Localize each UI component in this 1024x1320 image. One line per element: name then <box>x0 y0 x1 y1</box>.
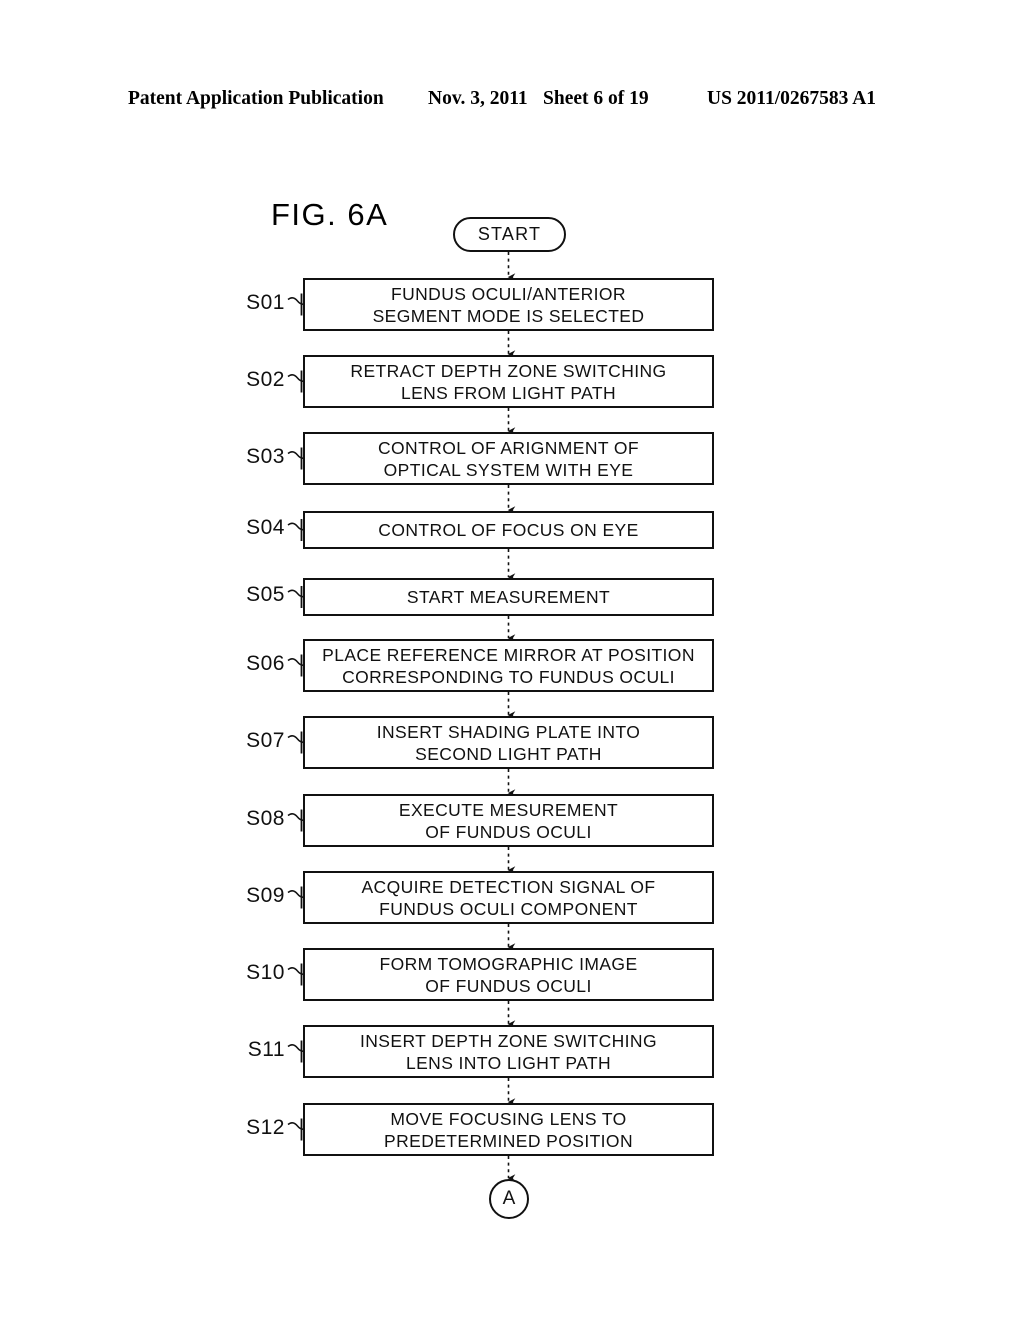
flow-step-text-line: OF FUNDUS OCULI <box>425 975 592 996</box>
flow-step-label-s01: S01 <box>246 290 285 314</box>
flow-step-box-s09: ACQUIRE DETECTION SIGNAL OF FUNDUS OCULI … <box>303 871 714 924</box>
flow-offpage-connector-a: A <box>489 1179 529 1219</box>
flow-offpage-connector-label: A <box>502 1188 516 1209</box>
flow-step-text-line: ACQUIRE DETECTION SIGNAL OF <box>361 876 656 897</box>
flow-step-text-line: SECOND LIGHT PATH <box>415 743 602 764</box>
flow-step-text-line: FUNDUS OCULI COMPONENT <box>379 898 638 919</box>
flow-start-label: START <box>477 224 542 244</box>
flow-step-box-s12: MOVE FOCUSING LENS TO PREDETERMINED POSIT… <box>303 1103 714 1156</box>
flow-step-text-line: MOVE FOCUSING LENS TO <box>390 1108 627 1129</box>
flow-step-text-line: OPTICAL SYSTEM WITH EYE <box>383 459 634 480</box>
flow-step-text-line: CORRESPONDING TO FUNDUS OCULI <box>342 666 675 687</box>
flow-step-label-s03: S03 <box>246 444 285 468</box>
flow-step-text-line: RETRACT DEPTH ZONE SWITCHING <box>350 360 667 381</box>
flow-step-text-line: INSERT SHADING PLATE INTO <box>376 721 641 742</box>
flow-step-text-line: PREDETERMINED POSITION <box>384 1130 633 1151</box>
flow-step-box-s03: CONTROL OF ARIGNMENT OF OPTICAL SYSTEM WI… <box>303 432 714 485</box>
flow-step-text-line: PLACE REFERENCE MIRROR AT POSITION <box>322 644 695 665</box>
flow-step-label-s05: S05 <box>246 583 285 606</box>
flow-step-box-s07: INSERT SHADING PLATE INTO SECOND LIGHT PA… <box>303 716 714 769</box>
flow-step-label-s10: S10 <box>246 960 285 984</box>
flow-step-box-s05: START MEASUREMENT <box>303 578 714 616</box>
flow-step-text-line: FUNDUS OCULI/ANTERIOR <box>391 283 626 304</box>
flow-step-box-s08: EXECUTE MESUREMENT OF FUNDUS OCULI <box>303 794 714 847</box>
flow-step-text-line: INSERT DEPTH ZONE SWITCHING <box>360 1030 657 1051</box>
flow-step-text-line: CONTROL OF FOCUS ON EYE <box>378 520 639 540</box>
flow-step-label-s08: S08 <box>246 806 285 830</box>
flow-step-box-s01: FUNDUS OCULI/ANTERIOR SEGMENT MODE IS SEL… <box>303 278 714 331</box>
flow-step-box-s10: FORM TOMOGRAPHIC IMAGE OF FUNDUS OCULI <box>303 948 714 1001</box>
flow-step-box-s11: INSERT DEPTH ZONE SWITCHING LENS INTO LIG… <box>303 1025 714 1078</box>
flow-step-label-s06: S06 <box>246 651 285 675</box>
flow-step-label-s04: S04 <box>246 516 285 539</box>
flow-step-text-line: LENS INTO LIGHT PATH <box>405 1052 612 1073</box>
flow-step-label-s11: S11 <box>247 1037 285 1061</box>
flow-step-text-line: OF FUNDUS OCULI <box>425 821 592 842</box>
flow-step-text-line: EXECUTE MESUREMENT <box>398 799 619 820</box>
flow-step-text-line: SEGMENT MODE IS SELECTED <box>372 305 645 326</box>
flow-step-box-s02: RETRACT DEPTH ZONE SWITCHING LENS FROM LI… <box>303 355 714 408</box>
flow-step-label-s12: S12 <box>246 1115 285 1139</box>
flow-step-text-line: START MEASUREMENT <box>406 587 611 607</box>
flow-step-text-line: LENS FROM LIGHT PATH <box>400 382 617 403</box>
flow-start-terminal: START <box>453 217 566 252</box>
flow-step-box-s06: PLACE REFERENCE MIRROR AT POSITION CORRES… <box>303 639 714 692</box>
flow-step-box-s04: CONTROL OF FOCUS ON EYE <box>303 511 714 549</box>
flow-step-label-s09: S09 <box>246 883 285 907</box>
flow-step-label-s02: S02 <box>246 367 285 391</box>
flow-step-text-line: CONTROL OF ARIGNMENT OF <box>377 437 640 458</box>
flow-step-text-line: FORM TOMOGRAPHIC IMAGE <box>379 953 638 974</box>
flow-step-label-s07: S07 <box>246 728 285 752</box>
